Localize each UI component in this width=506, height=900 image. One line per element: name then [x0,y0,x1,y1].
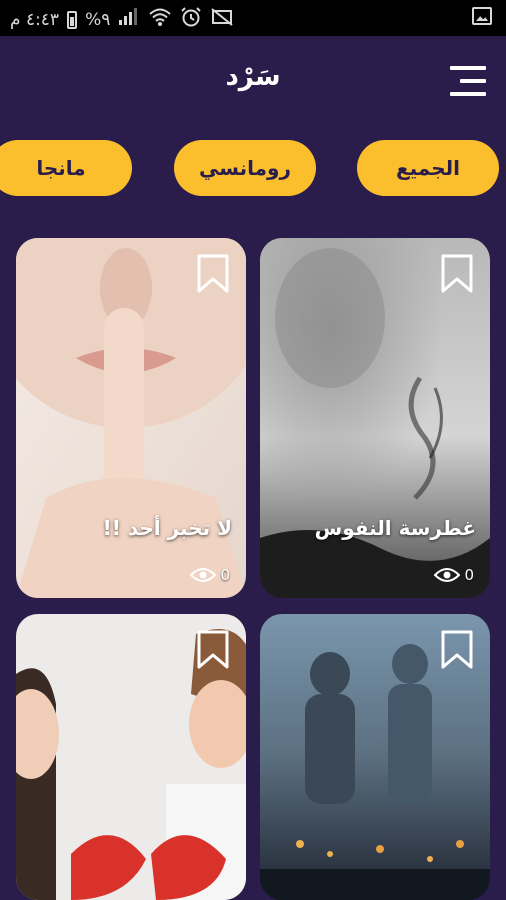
alarm-icon [180,7,202,32]
chip-romance[interactable]: رومانسي [174,140,316,196]
story-title: لا تخبر أحد !! [102,516,232,540]
screenshot-icon [472,7,492,25]
story-title: غطرسة النفوس [314,516,476,540]
chip-manga[interactable]: مانجا [0,140,132,196]
wifi-icon [148,7,172,32]
bookmark-icon[interactable] [440,254,474,294]
story-card[interactable] [16,614,246,900]
status-left: ٤:٤٣ م %٩ [10,7,234,32]
menu-icon[interactable] [450,66,486,96]
status-time: ٤:٤٣ م [10,9,60,30]
status-right [472,7,492,30]
story-card[interactable]: لا تخبر أحد !! 0 [16,238,246,598]
status-bar: ٤:٤٣ م %٩ [0,0,506,36]
mute-icon [210,7,234,32]
view-count-value: 0 [464,566,474,584]
chip-all[interactable]: الجميع [357,140,499,196]
story-card[interactable] [260,614,490,900]
bookmark-icon[interactable] [196,630,230,670]
battery-percent: %٩ [85,9,111,30]
eye-icon [190,568,217,582]
bookmark-icon[interactable] [196,254,230,294]
app-title: سَرْد [225,62,281,92]
category-chips: الجميع رومانسي مانجا [0,140,506,198]
story-card[interactable]: غطرسة النفوس 0 [260,238,490,598]
app-bar: سَرْد [0,36,506,126]
bookmark-icon[interactable] [440,630,474,670]
signal-icon [118,8,140,31]
view-count-value: 0 [220,566,230,584]
battery-icon [67,10,78,29]
view-count: 0 [190,566,230,584]
view-count: 0 [434,566,474,584]
eye-icon [434,568,461,582]
